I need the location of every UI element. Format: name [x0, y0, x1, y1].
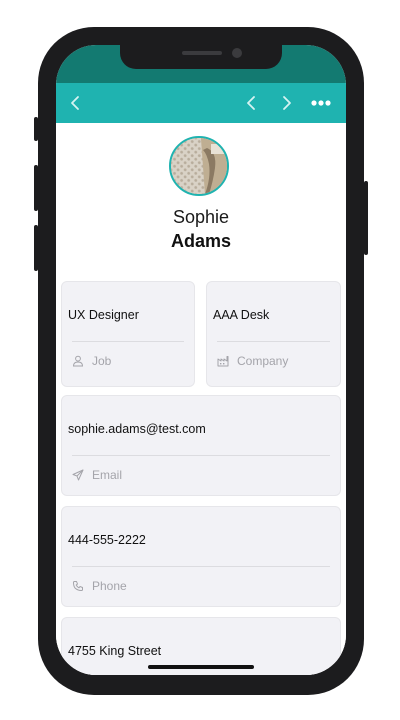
job-label: Job [92, 354, 112, 368]
email-label: Email [92, 468, 123, 482]
email-card[interactable]: sophie.adams@test.com Email [61, 395, 341, 496]
phone-label: Phone [92, 579, 127, 593]
address-value: 4755 King Street [68, 644, 162, 658]
chevron-right-icon [283, 96, 291, 110]
chevron-left-icon [71, 96, 79, 110]
factory-icon [217, 356, 229, 367]
email-value: sophie.adams@test.com [68, 422, 206, 436]
phone-icon [73, 581, 83, 591]
job-card[interactable]: UX Designer Job [61, 281, 195, 387]
divider [217, 341, 330, 342]
phone-value: 444-555-2222 [68, 533, 146, 547]
nav-bar [56, 83, 346, 123]
mute-switch [34, 117, 38, 141]
company-value: AAA Desk [213, 308, 270, 322]
more-options-button[interactable] [306, 83, 336, 123]
next-contact-button[interactable] [272, 83, 302, 123]
person-icon [72, 355, 84, 367]
contact-last-name: Adams [170, 231, 232, 251]
phone-frame: Sophie Adams UX Designer Job AAA Desk Co… [34, 27, 368, 695]
avatar-photo [171, 138, 227, 194]
status-bar [56, 45, 346, 83]
avatar[interactable] [169, 136, 229, 196]
volume-down-button [34, 225, 38, 271]
front-camera [232, 48, 242, 58]
contact-first-name: Sophie [172, 207, 230, 227]
divider [72, 341, 184, 342]
paper-plane-icon [72, 469, 84, 481]
company-label: Company [237, 354, 289, 368]
divider [72, 455, 330, 456]
phone-card[interactable]: 444-555-2222 Phone [61, 506, 341, 607]
speaker-grille [182, 51, 222, 55]
previous-contact-button[interactable] [236, 83, 266, 123]
contact-detail: Sophie Adams UX Designer Job AAA Desk Co… [56, 123, 346, 675]
ellipsis-icon [311, 100, 331, 106]
job-value: UX Designer [68, 308, 139, 322]
chevron-left-icon [247, 96, 255, 110]
screen: Sophie Adams UX Designer Job AAA Desk Co… [56, 45, 346, 675]
divider [72, 566, 330, 567]
company-card[interactable]: AAA Desk Company [206, 281, 341, 387]
notch [120, 45, 282, 69]
home-indicator[interactable] [148, 665, 254, 669]
power-button [364, 181, 368, 255]
volume-up-button [34, 165, 38, 211]
back-button[interactable] [60, 83, 90, 123]
